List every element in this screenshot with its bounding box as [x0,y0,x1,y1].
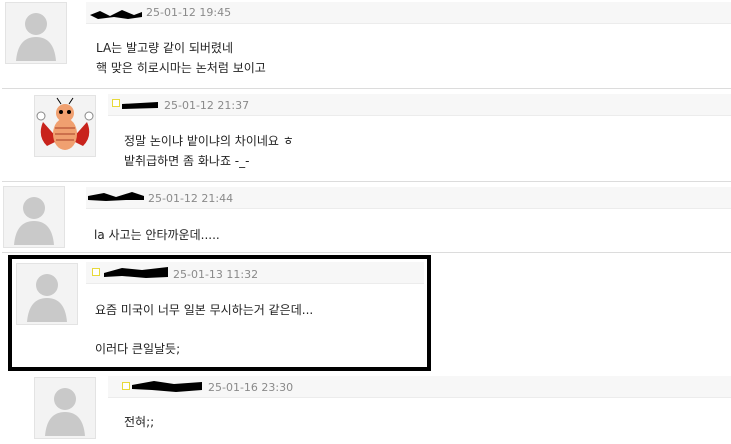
comment-timestamp: 25-01-12 19:45 [146,6,232,19]
comment-text-line: 정말 논이냐 밭이냐의 차이네요 ㅎ [124,134,294,148]
redacted-username [88,192,144,201]
redacted-username [132,381,202,392]
redacted-username [122,102,158,109]
comment-timestamp: 25-01-16 23:30 [208,381,294,394]
highlight-box [8,255,431,371]
comment-text-line: LA는 발고량 같이 되버렸네 [96,41,234,55]
comment-divider [2,181,731,182]
redacted-username [90,10,142,19]
comment-text-line: 핵 맞은 히로시마는 논처럼 보이고 [96,61,266,75]
comment-text-line: 전혀;; [124,415,155,429]
default-user-avatar-icon [34,377,96,439]
comment-timestamp: 25-01-12 21:44 [148,192,234,205]
comment-divider [2,88,731,89]
default-user-avatar-icon [5,2,67,64]
comment-level-badge [112,99,120,107]
comment-divider [2,252,731,253]
default-user-avatar-icon [3,186,65,248]
comment-timestamp: 25-01-12 21:37 [164,99,250,112]
ladybug-avatar-icon [34,95,96,157]
comment-level-badge [122,382,130,390]
comment-text-line: 밭취급하면 좀 화나죠 -_- [124,154,250,168]
comment-text-line: la 사고는 안타까운데..... [94,228,220,242]
